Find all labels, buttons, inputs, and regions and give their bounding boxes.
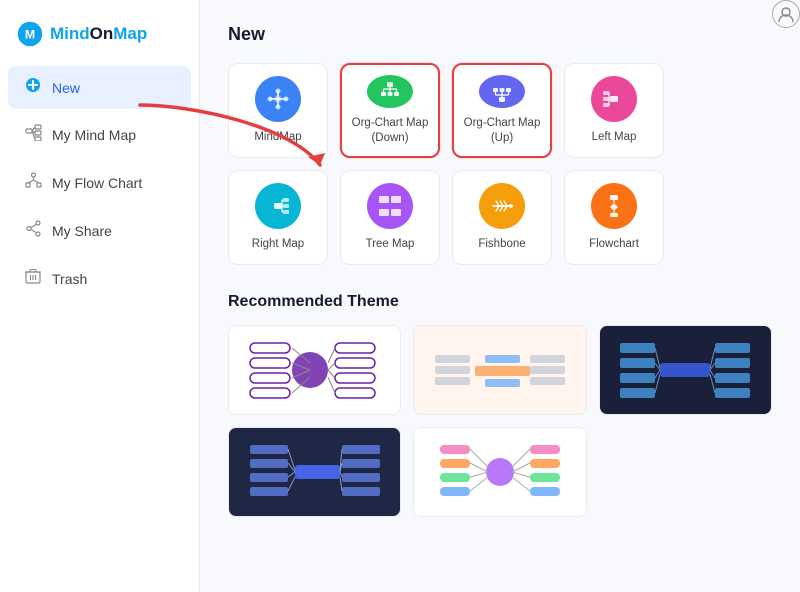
left-map-icon [591,76,637,122]
map-card-tree-map[interactable]: Tree Map [340,170,440,265]
sidebar-item-my-mind-map[interactable]: My Mind Map [8,113,191,157]
logo: M MindOnMap [0,10,199,64]
org-chart-up-label: Org-Chart Map (Up) [460,116,544,146]
sidebar-item-label-flowchart: My Flow Chart [52,175,142,191]
flowchart-icon [591,183,637,229]
tree-map-icon [367,183,413,229]
main-content: New [200,0,800,592]
logo-icon: M [16,20,44,48]
theme-card-3[interactable] [599,325,772,415]
trash-nav-icon [24,268,42,290]
theme-card-4[interactable] [228,427,401,517]
right-map-icon [255,183,301,229]
sidebar-item-my-share[interactable]: My Share [8,209,191,253]
org-chart-down-icon [367,75,413,108]
map-card-right-map[interactable]: Right Map [228,170,328,265]
left-map-label: Left Map [592,130,637,145]
tree-map-label: Tree Map [366,237,415,252]
mindmap-icon [255,76,301,122]
map-card-org-chart-up[interactable]: Org-Chart Map (Up) [452,63,552,158]
recommended-theme-title: Recommended Theme [228,293,772,311]
mindmap-nav-icon [24,124,42,146]
fishbone-label: Fishbone [478,237,525,252]
sidebar-item-new[interactable]: New [8,66,191,109]
theme-card-2[interactable] [413,325,586,415]
org-chart-down-label: Org-Chart Map (Down) [352,116,429,146]
sidebar-item-label-trash: Trash [52,271,87,287]
new-section-title: New [228,24,772,45]
sidebar-item-my-flow-chart[interactable]: My Flow Chart [8,161,191,205]
map-card-flowchart[interactable]: Flowchart [564,170,664,265]
map-card-org-chart-down[interactable]: Org-Chart Map (Down) [340,63,440,158]
map-card-mindmap[interactable]: MindMap [228,63,328,158]
theme-grid [228,325,772,517]
map-type-grid: MindMap Org-C [228,63,772,265]
theme-card-5[interactable] [413,427,586,517]
map-card-left-map[interactable]: Left Map [564,63,664,158]
org-chart-up-icon [479,75,525,108]
svg-text:M: M [25,27,35,41]
sidebar: M MindOnMap New My Mind Map My Flow Char… [0,0,200,592]
share-nav-icon [24,220,42,242]
sidebar-item-label-new: New [52,80,80,96]
mindmap-label: MindMap [254,130,301,145]
user-avatar[interactable] [772,0,800,28]
logo-text: MindOnMap [50,24,147,44]
flowchart-label: Flowchart [589,237,639,252]
right-map-label: Right Map [252,237,304,252]
sidebar-item-label-mindmap: My Mind Map [52,127,136,143]
sidebar-item-trash[interactable]: Trash [8,257,191,301]
flowchart-nav-icon [24,172,42,194]
fishbone-icon [479,183,525,229]
map-card-fishbone[interactable]: Fishbone [452,170,552,265]
plus-icon [24,77,42,98]
theme-card-1[interactable] [228,325,401,415]
sidebar-item-label-share: My Share [52,223,112,239]
